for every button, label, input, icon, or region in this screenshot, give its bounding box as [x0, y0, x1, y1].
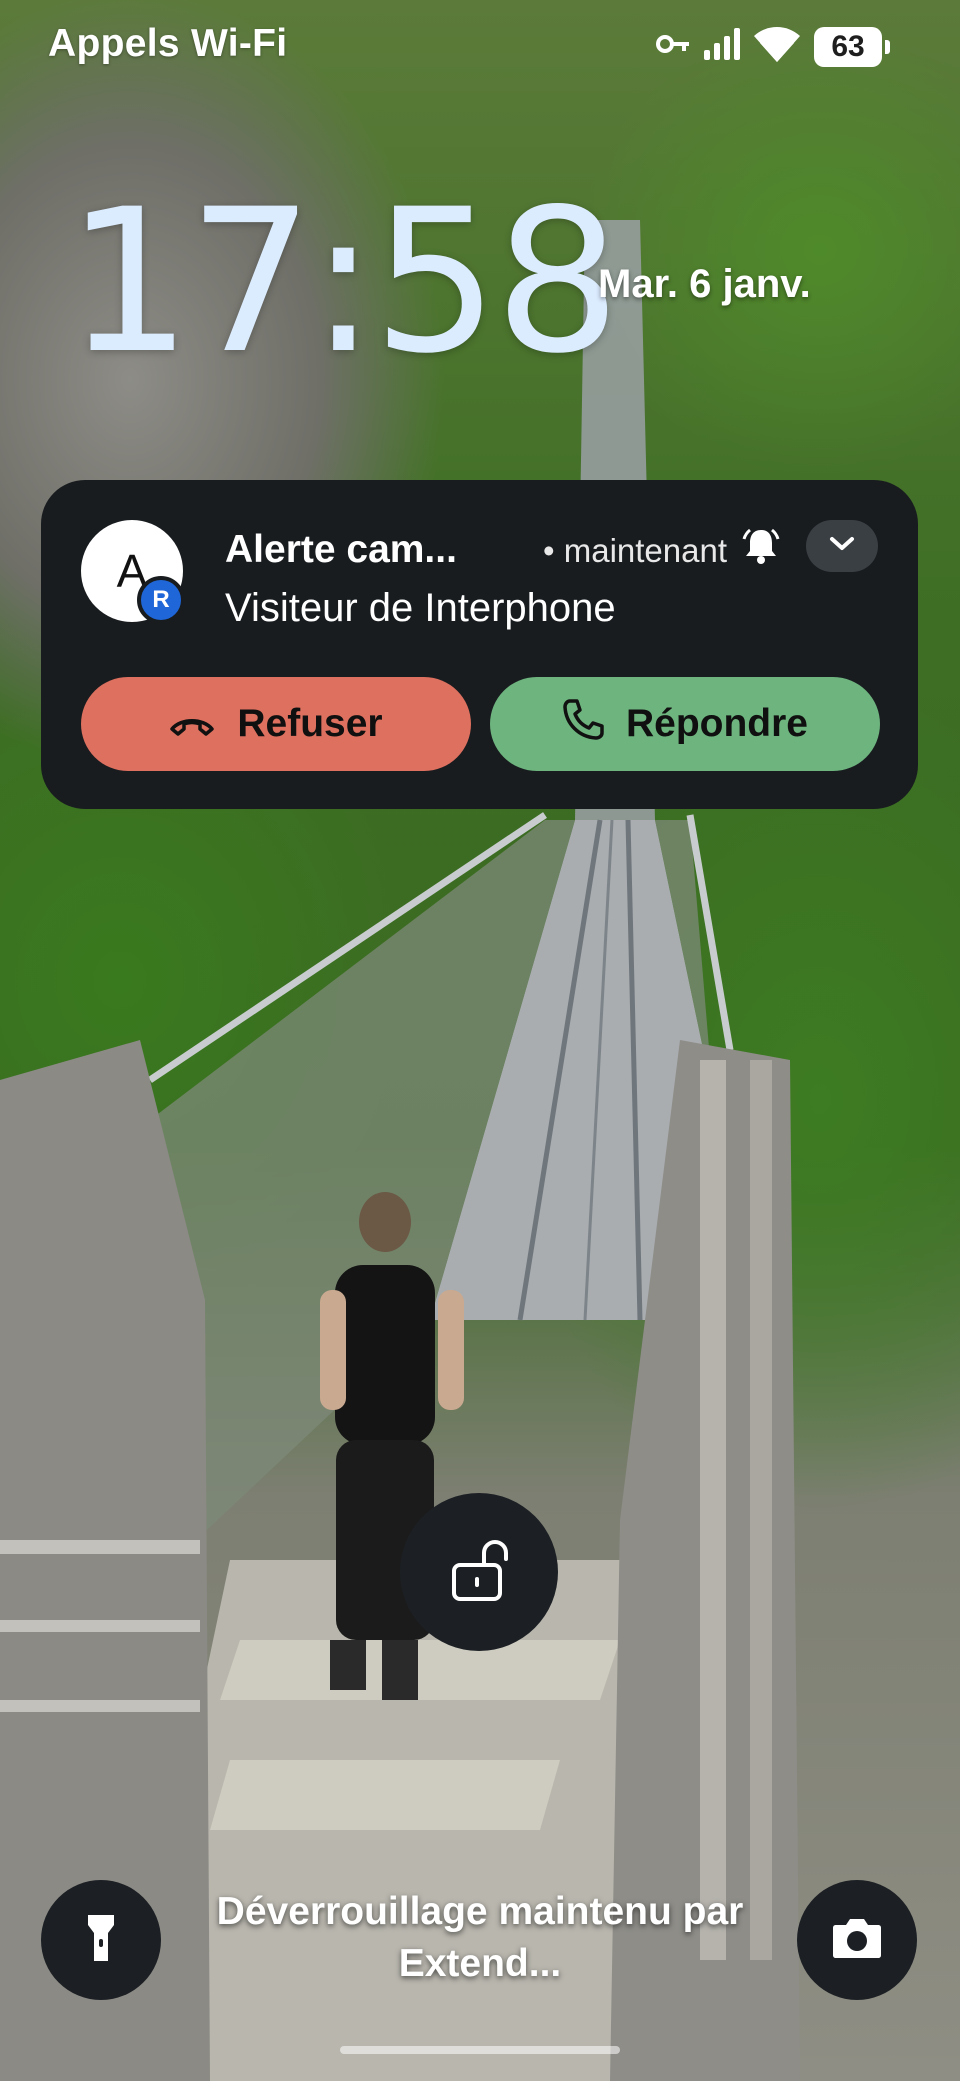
bell-icon	[741, 526, 781, 566]
unlocked-padlock-icon	[449, 1537, 509, 1608]
date: Mar. 6 janv.	[598, 262, 811, 306]
notification-body: Visiteur de Interphone	[225, 586, 616, 630]
notification-time: maintenant	[543, 532, 727, 570]
decline-button[interactable]: Refuser	[81, 677, 471, 771]
decline-label: Refuser	[237, 702, 383, 745]
answer-button[interactable]: Répondre	[490, 677, 880, 771]
camera-icon	[832, 1917, 882, 1964]
battery-icon: 63	[814, 26, 890, 67]
vpn-key-icon	[656, 33, 690, 60]
status-bar: Appels Wi-Fi 63	[0, 0, 960, 92]
answer-label: Répondre	[625, 702, 808, 745]
incoming-call-notification[interactable]: A R Alerte cam... maintenant Visiteur de…	[41, 480, 918, 809]
status-icons: 63	[656, 26, 890, 67]
notification-title: Alerte cam...	[225, 528, 457, 571]
home-gesture-handle[interactable]	[340, 2046, 620, 2054]
unlock-button[interactable]	[400, 1493, 558, 1651]
camera-button[interactable]	[797, 1880, 917, 2000]
chevron-down-icon	[829, 536, 855, 557]
wifi-icon	[754, 26, 800, 67]
expand-button[interactable]	[806, 520, 878, 572]
clock: 17:58	[66, 166, 621, 397]
hang-up-icon	[169, 702, 215, 746]
app-badge-icon: R	[137, 576, 185, 624]
carrier-label: Appels Wi-Fi	[48, 22, 288, 65]
flashlight-button[interactable]	[41, 1880, 161, 2000]
smart-lock-status: Déverrouillage maintenu par Extend...	[216, 1890, 744, 1985]
signal-icon	[704, 28, 740, 65]
flashlight-icon	[86, 1913, 116, 1968]
phone-icon	[562, 698, 604, 750]
